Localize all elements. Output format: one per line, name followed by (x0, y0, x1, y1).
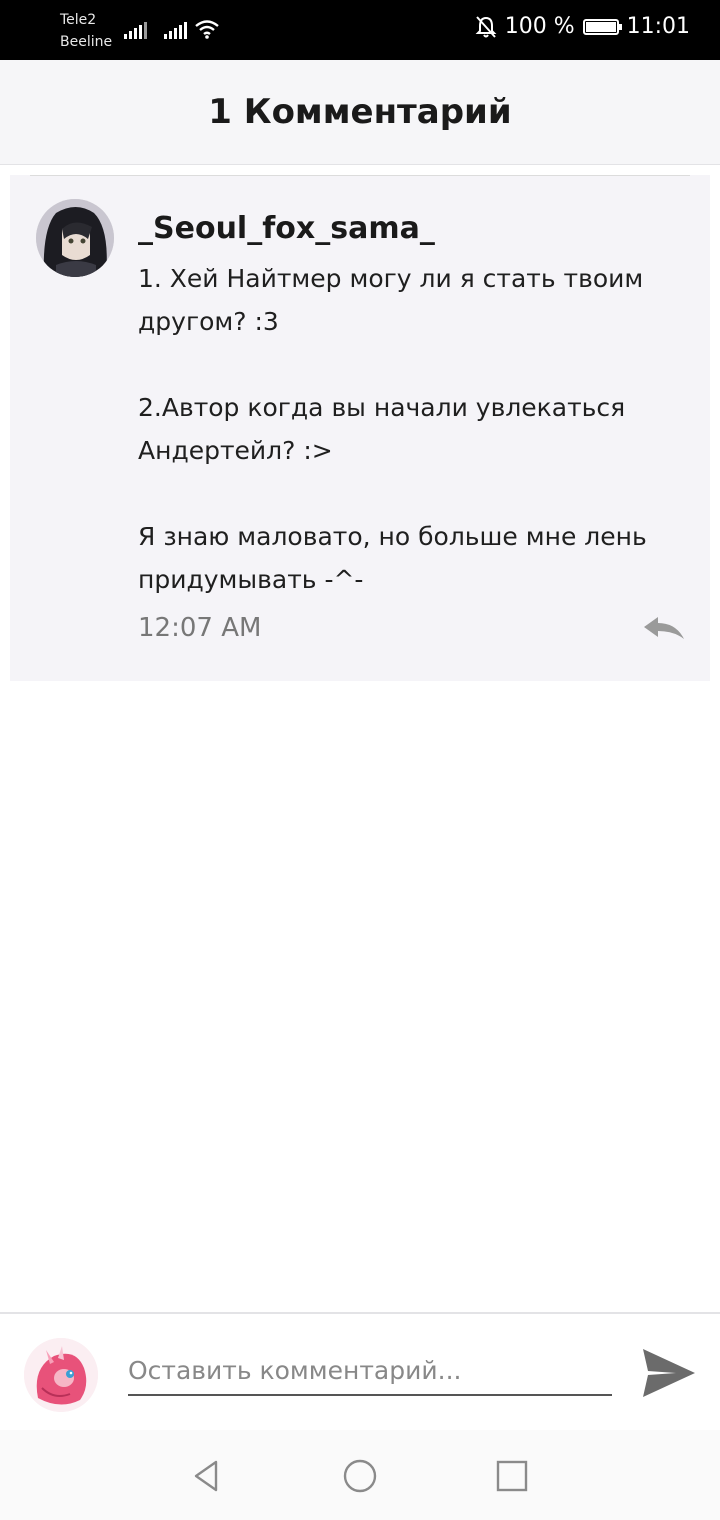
comment-card: _Seoul_fox_sama_ 1. Хей Найтмер могу ли … (10, 175, 710, 681)
divider (30, 175, 690, 176)
send-icon (643, 1349, 695, 1397)
nav-recents-icon[interactable] (494, 1458, 530, 1494)
my-avatar[interactable] (24, 1338, 98, 1412)
signal-1-icon (124, 21, 147, 39)
send-button[interactable] (640, 1344, 698, 1402)
avatar[interactable] (36, 199, 114, 277)
user-avatar-image (36, 199, 114, 277)
signal-2-icon (164, 21, 187, 39)
reply-icon[interactable] (640, 613, 688, 643)
carrier-labels: Tele2 Beeline (60, 9, 112, 53)
my-avatar-image (24, 1338, 98, 1412)
battery-icon (582, 18, 622, 35)
comments-header: 1 Комментарий (0, 60, 720, 165)
comment-text: 1. Хей Найтмер могу ли я стать твоим дру… (138, 264, 647, 594)
comment-timestamp: 12:07 AM (138, 613, 262, 643)
comment-username[interactable]: _Seoul_fox_sama_ (138, 211, 435, 246)
carrier-1: Tele2 (60, 12, 97, 28)
nav-back-icon[interactable] (188, 1458, 224, 1494)
bell-off-icon (475, 15, 497, 38)
wifi-icon (195, 20, 219, 39)
carrier-2: Beeline (60, 34, 113, 50)
comment-composer (0, 1312, 720, 1432)
comment-input[interactable] (128, 1346, 612, 1396)
clock: 11:01 (626, 14, 690, 39)
page-title: 1 Комментарий (208, 92, 512, 132)
system-nav-bar (0, 1430, 720, 1520)
status-bar: Tele2 Beeline 100 % 11:01 (0, 0, 720, 60)
nav-home-icon[interactable] (342, 1458, 378, 1494)
battery-percent: 100 % (504, 14, 575, 39)
status-right: 100 % 11:01 (475, 14, 690, 39)
